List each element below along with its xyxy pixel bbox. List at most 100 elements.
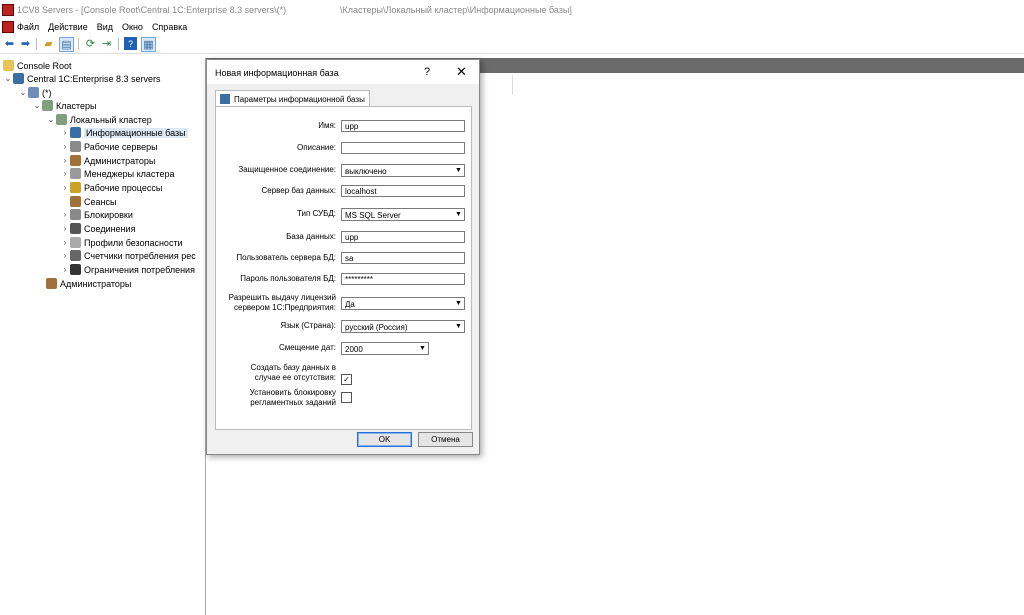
tree-local-cluster[interactable]: ⌄ Локальный кластер <box>46 113 152 126</box>
name-field[interactable]: upp <box>341 120 465 132</box>
db-user-label: Пользователь сервера БД: <box>236 253 336 262</box>
chevron-down-icon[interactable]: ▼ <box>417 343 428 354</box>
chevron-right-icon[interactable]: › <box>60 251 70 260</box>
menu-file[interactable]: Файл <box>17 22 39 32</box>
chevron-right-icon[interactable]: › <box>60 169 70 178</box>
server-icon <box>13 73 24 84</box>
window-title-path: \Кластеры\Локальный кластер\Информационн… <box>340 5 572 15</box>
help-icon[interactable]: ? <box>124 37 137 50</box>
ok-button[interactable]: OK <box>357 432 412 447</box>
window-title: 1CV8 Servers - [Console Root\Central 1C:… <box>17 5 287 15</box>
tree-item-administrators[interactable]: › Администраторы <box>60 154 155 167</box>
tree-clusters[interactable]: ⌄ Кластеры <box>32 99 97 112</box>
db-user-field[interactable]: sa <box>341 252 465 264</box>
refresh-icon[interactable]: ⟳ <box>84 37 97 50</box>
dbms-type-value: MS SQL Server <box>345 211 401 220</box>
tree-servers[interactable]: ⌄ Central 1C:Enterprise 8.3 servers <box>3 72 161 85</box>
close-button[interactable]: ✕ <box>456 64 467 80</box>
dbms-type-select[interactable]: MS SQL Server ▼ <box>341 208 465 221</box>
block-jobs-checkbox[interactable] <box>341 392 352 403</box>
tree-item-connections[interactable]: › Соединения <box>60 222 135 235</box>
tree-item-security-profiles[interactable]: › Профили безопасности <box>60 236 183 249</box>
tree-item-locks[interactable]: › Блокировки <box>60 208 133 221</box>
tree-host[interactable]: ⌄ (*) <box>18 86 52 99</box>
menu-action[interactable]: Действие <box>48 22 88 32</box>
toolbar-separator <box>36 38 37 50</box>
help-button[interactable]: ? <box>424 66 430 78</box>
license-select[interactable]: Да ▼ <box>341 297 465 310</box>
db-password-field[interactable]: ********* <box>341 273 465 285</box>
chevron-right-icon[interactable]: › <box>60 128 70 137</box>
tree-console-root[interactable]: Console Root <box>3 59 72 72</box>
menu-bar: Файл Действие Вид Окно Справка <box>0 19 1024 35</box>
date-offset-select[interactable]: 2000 ▼ <box>341 342 429 355</box>
dbms-type-label: Тип СУБД: <box>296 209 336 218</box>
secure-connection-label: Защищенное соединение: <box>238 165 336 174</box>
tree-item-cluster-managers[interactable]: › Менеджеры кластера <box>60 167 174 180</box>
menu-view[interactable]: Вид <box>97 22 113 32</box>
chevron-right-icon[interactable]: › <box>60 183 70 192</box>
chevron-down-icon[interactable]: ▼ <box>453 165 464 176</box>
license-label: Разрешить выдачу лицензий сервером 1С:Пр… <box>228 293 336 312</box>
clusters-icon <box>42 100 53 111</box>
security-profile-icon <box>70 237 81 248</box>
menu-help[interactable]: Справка <box>152 22 187 32</box>
db-password-label: Пароль пользователя БД: <box>240 274 336 283</box>
tree-cluster-admins[interactable]: Администраторы <box>46 277 131 290</box>
forward-arrow-icon[interactable]: ➡ <box>19 37 32 50</box>
chevron-down-icon[interactable]: ⌄ <box>18 88 28 97</box>
sessions-icon <box>70 196 81 207</box>
chevron-down-icon[interactable]: ⌄ <box>46 115 56 124</box>
admin-icon <box>46 278 57 289</box>
tree-item-infobases[interactable]: › Информационные базы <box>60 126 188 139</box>
tab-label: Параметры информационной базы <box>234 94 365 104</box>
chevron-down-icon[interactable]: ▼ <box>453 298 464 309</box>
chevron-right-icon[interactable]: › <box>60 142 70 151</box>
show-tree-icon[interactable]: ▤ <box>59 37 74 52</box>
tree-item-work-servers[interactable]: › Рабочие серверы <box>60 140 158 153</box>
app-icon <box>2 4 14 16</box>
chevron-right-icon[interactable]: › <box>60 224 70 233</box>
license-value: Да <box>345 300 355 309</box>
chevron-down-icon[interactable]: ⌄ <box>32 101 42 110</box>
chevron-down-icon[interactable]: ⌄ <box>3 74 13 83</box>
tree-item-consumption-counters[interactable]: › Счетчики потребления рес <box>60 249 196 262</box>
infobase-icon <box>220 94 230 104</box>
language-select[interactable]: русский (Россия) ▼ <box>341 320 465 333</box>
date-offset-value: 2000 <box>345 345 363 354</box>
action-pane-icon[interactable]: ▦ <box>141 37 156 52</box>
chevron-right-icon[interactable]: › <box>60 265 70 274</box>
toolbar: ⬅ ➡ ▰ ▤ ⟳ ⇥ ? ▦ <box>0 35 1024 54</box>
connection-icon <box>70 223 81 234</box>
tree-item-work-processes[interactable]: › Рабочие процессы <box>60 181 162 194</box>
chevron-down-icon[interactable]: ▼ <box>453 209 464 220</box>
host-icon <box>28 87 39 98</box>
chevron-right-icon[interactable]: › <box>60 210 70 219</box>
column-divider[interactable] <box>512 75 513 95</box>
db-server-field[interactable]: localhost <box>341 185 465 197</box>
dialog-titlebar: Новая информационная база ? ✕ <box>207 60 479 84</box>
tree-item-consumption-limits[interactable]: › Ограничения потребления <box>60 263 195 276</box>
menu-window[interactable]: Окно <box>122 22 143 32</box>
lock-icon <box>70 209 81 220</box>
chevron-down-icon[interactable]: ▼ <box>453 321 464 332</box>
cluster-icon <box>56 114 67 125</box>
back-arrow-icon[interactable]: ⬅ <box>3 37 16 50</box>
infobase-icon <box>70 127 81 138</box>
window-titlebar: 1CV8 Servers - [Console Root\Central 1C:… <box>0 0 1024 19</box>
create-db-checkbox[interactable]: ✓ <box>341 374 352 385</box>
db-server-label: Сервер баз данных: <box>261 186 336 195</box>
secure-connection-select[interactable]: выключено ▼ <box>341 164 465 177</box>
database-label: База данных: <box>286 232 336 241</box>
tab-infobase-params[interactable]: Параметры информационной базы <box>215 90 370 107</box>
up-folder-icon[interactable]: ▰ <box>42 37 55 50</box>
description-field[interactable] <box>341 142 465 154</box>
chevron-right-icon[interactable]: › <box>60 156 70 165</box>
cancel-button[interactable]: Отмена <box>418 432 473 447</box>
console-icon[interactable] <box>2 21 14 33</box>
database-field[interactable]: upp <box>341 231 465 243</box>
chevron-right-icon[interactable]: › <box>60 238 70 247</box>
admin-icon <box>70 155 81 166</box>
tree-item-sessions[interactable]: Сеансы <box>70 195 116 208</box>
export-icon[interactable]: ⇥ <box>100 37 113 50</box>
